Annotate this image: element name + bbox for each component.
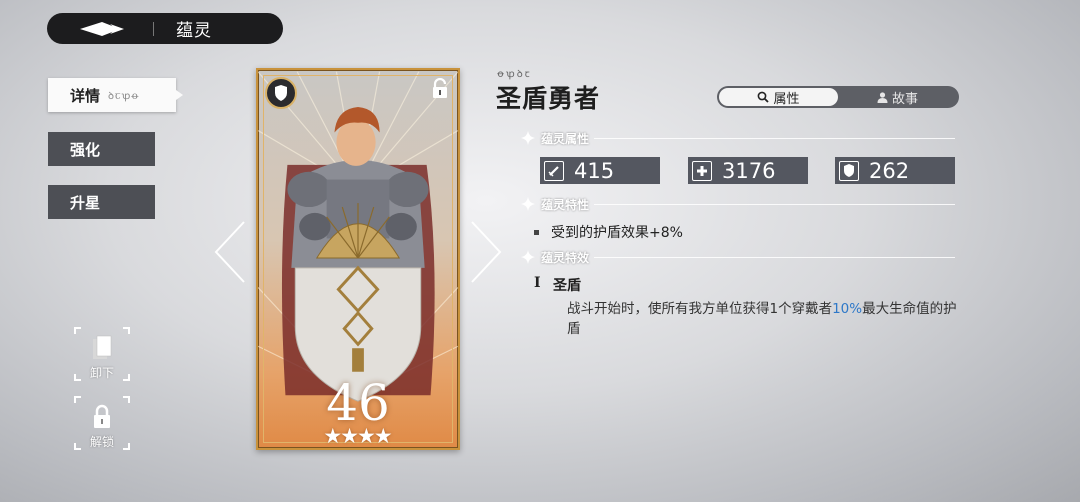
sparkle-icon xyxy=(521,197,535,211)
prev-arrow-icon[interactable] xyxy=(212,220,248,284)
trait-text: 受到的护盾效果+8% xyxy=(551,225,683,241)
unequip-label: 卸下 xyxy=(89,366,114,380)
toggle-story[interactable]: 故事 xyxy=(838,88,957,107)
star-icon: ★ xyxy=(373,424,393,448)
unlock-label: 解锁 xyxy=(89,435,114,449)
divider xyxy=(153,21,154,36)
stat-defense: 262 xyxy=(835,157,955,184)
tab-star-up-label: 升星 xyxy=(70,193,101,212)
tab-enhance[interactable]: 强化 xyxy=(48,132,155,166)
tab-star-up[interactable]: 升星 xyxy=(48,185,155,219)
tab-details-sub: ꝺꞇꝕꝋ xyxy=(108,91,140,102)
effect-name: 圣盾 xyxy=(553,278,581,294)
character-name: 圣盾勇者 xyxy=(496,84,601,113)
divider xyxy=(594,137,955,139)
tab-details[interactable]: 详情 ꝺꞇꝕꝋ xyxy=(48,78,183,112)
sword-icon xyxy=(544,160,564,181)
stat-health-value: 3176 xyxy=(722,158,776,183)
shield-icon xyxy=(839,160,859,181)
effect-index: I xyxy=(534,275,541,291)
star-rating: ★★★★ xyxy=(258,424,458,448)
info-toggle: 属性 故事 xyxy=(717,86,959,108)
section-effects-title: 蕴灵特效 xyxy=(541,250,590,265)
person-icon xyxy=(877,91,888,103)
section-traits: 蕴灵特性 xyxy=(521,196,955,212)
divider xyxy=(594,256,955,258)
effect-description: 战斗开始时，使所有我方单位获得1个穿戴者10%最大生命值的护盾 xyxy=(567,299,962,339)
trait-item: 受到的护盾效果+8% xyxy=(534,222,683,242)
character-card[interactable]: 46 ★★★★ xyxy=(256,68,460,450)
effect-desc-highlight: 10% xyxy=(832,301,863,317)
section-attributes-title: 蕴灵属性 xyxy=(541,131,590,146)
stat-health: 3176 xyxy=(688,157,808,184)
stat-defense-value: 262 xyxy=(869,158,910,183)
sparkle-icon xyxy=(521,250,535,264)
unequip-button[interactable]: 卸下 xyxy=(74,327,130,381)
divider xyxy=(594,203,955,205)
section-attributes: 蕴灵属性 xyxy=(521,130,955,146)
stat-attack-value: 415 xyxy=(574,158,615,183)
stat-attack: 415 xyxy=(540,157,660,184)
tab-enhance-label: 强化 xyxy=(70,140,101,159)
toggle-attributes[interactable]: 属性 xyxy=(719,88,838,107)
search-icon xyxy=(758,91,770,103)
effect-desc-text: 战斗开始时，使所有我方单位获得1个穿戴者 xyxy=(567,301,833,317)
lock-icon[interactable] xyxy=(430,77,450,100)
section-effects: 蕴灵特效 xyxy=(521,249,955,265)
health-cross-icon xyxy=(692,160,712,181)
tab-details-label: 详情 xyxy=(70,86,101,105)
toggle-story-label: 故事 xyxy=(891,91,918,107)
next-arrow-icon[interactable] xyxy=(468,220,504,284)
back-icon[interactable] xyxy=(73,13,133,44)
shield-icon xyxy=(265,77,297,109)
sparkle-icon xyxy=(521,131,535,145)
page-title: 蕴灵 xyxy=(176,21,212,41)
unlock-button[interactable]: 解锁 xyxy=(74,396,130,450)
section-traits-title: 蕴灵特性 xyxy=(541,197,590,212)
name-glyphs: ꝋꝕꝺꞇ xyxy=(497,69,532,80)
cards-icon xyxy=(91,335,113,361)
lock-icon xyxy=(91,404,113,430)
toggle-attributes-label: 属性 xyxy=(773,91,800,107)
top-bar: 蕴灵 xyxy=(47,13,283,44)
